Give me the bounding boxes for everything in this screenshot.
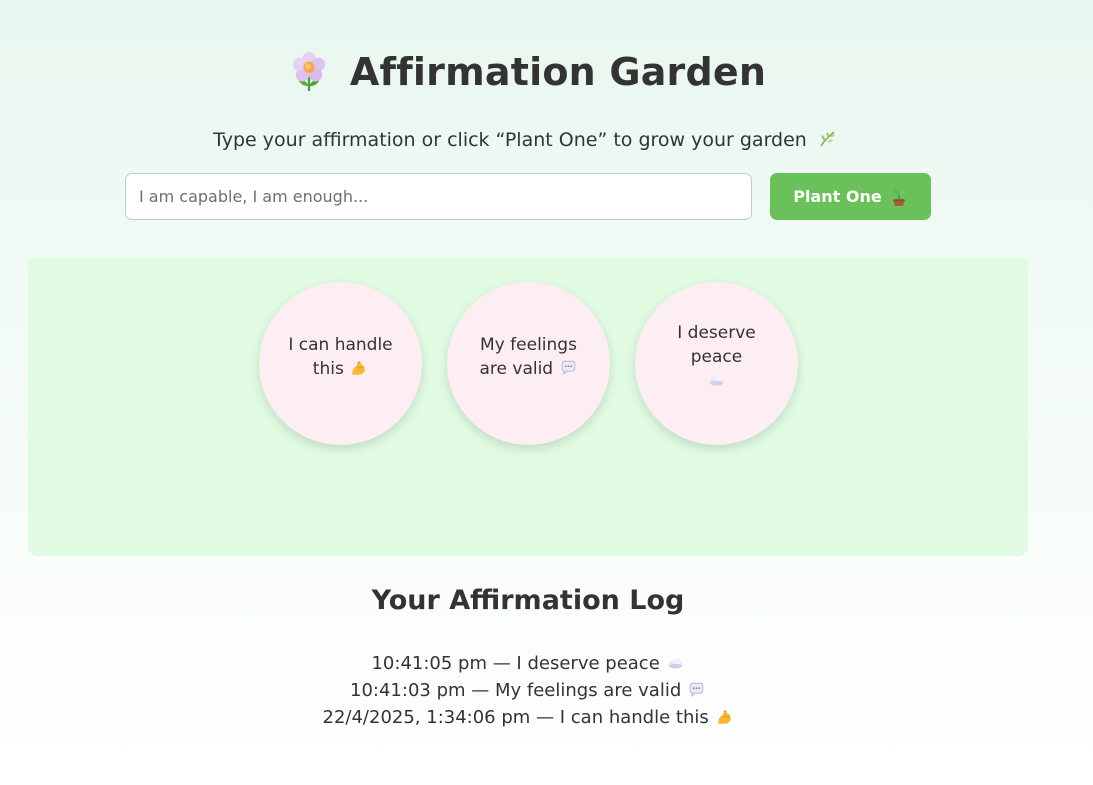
- page-title-text: Affirmation Garden: [349, 50, 767, 94]
- affirmation-text: I can handle this: [288, 334, 393, 379]
- log-entry: 22/4/2025, 1:34:06 pm — I can handle thi…: [0, 704, 1056, 731]
- log-entry: 10:41:05 pm — I deserve peace: [0, 650, 1056, 677]
- cloud-icon: [666, 654, 685, 672]
- flexed-biceps-icon: [349, 359, 368, 377]
- log-entry-text: 10:41:05 pm — I deserve peace: [371, 653, 660, 674]
- affirmation-bubbles: I can handle this My feelings are valid …: [259, 282, 798, 445]
- affirmation-bubble: My feelings are valid: [447, 282, 610, 445]
- subtitle-text: Type your affirmation or click “Plant On…: [213, 129, 807, 151]
- sprout-icon: [890, 187, 908, 207]
- affirmation-bubble: I deserve peace: [635, 282, 798, 445]
- flexed-biceps-icon: [715, 708, 734, 726]
- log-entry: 10:41:03 pm — My feelings are valid: [0, 677, 1056, 704]
- garden-area: I can handle this My feelings are valid …: [28, 257, 1028, 556]
- speech-bubble-icon: [687, 681, 706, 699]
- affirmation-form: Plant One: [125, 173, 931, 220]
- flower-icon: [290, 51, 328, 93]
- header: Affirmation Garden: [0, 50, 1056, 97]
- speech-bubble-icon: [559, 359, 578, 377]
- cloud-icon: [707, 371, 726, 389]
- subtitle: Type your affirmation or click “Plant On…: [0, 129, 1050, 151]
- affirmation-text: I deserve peace: [677, 322, 756, 367]
- affirmation-log: 10:41:05 pm — I deserve peace 10:41:03 p…: [0, 650, 1056, 731]
- log-entry-text: 22/4/2025, 1:34:06 pm — I can handle thi…: [322, 707, 709, 728]
- plant-one-label: Plant One: [793, 187, 882, 206]
- log-entry-text: 10:41:03 pm — My feelings are valid: [350, 680, 682, 701]
- plant-one-button[interactable]: Plant One: [770, 173, 931, 220]
- affirmation-input[interactable]: [125, 173, 752, 220]
- affirmation-bubble: I can handle this: [259, 282, 422, 445]
- log-title: Your Affirmation Log: [371, 585, 685, 616]
- page-title: Affirmation Garden: [290, 50, 766, 94]
- leaf-icon: [817, 129, 837, 149]
